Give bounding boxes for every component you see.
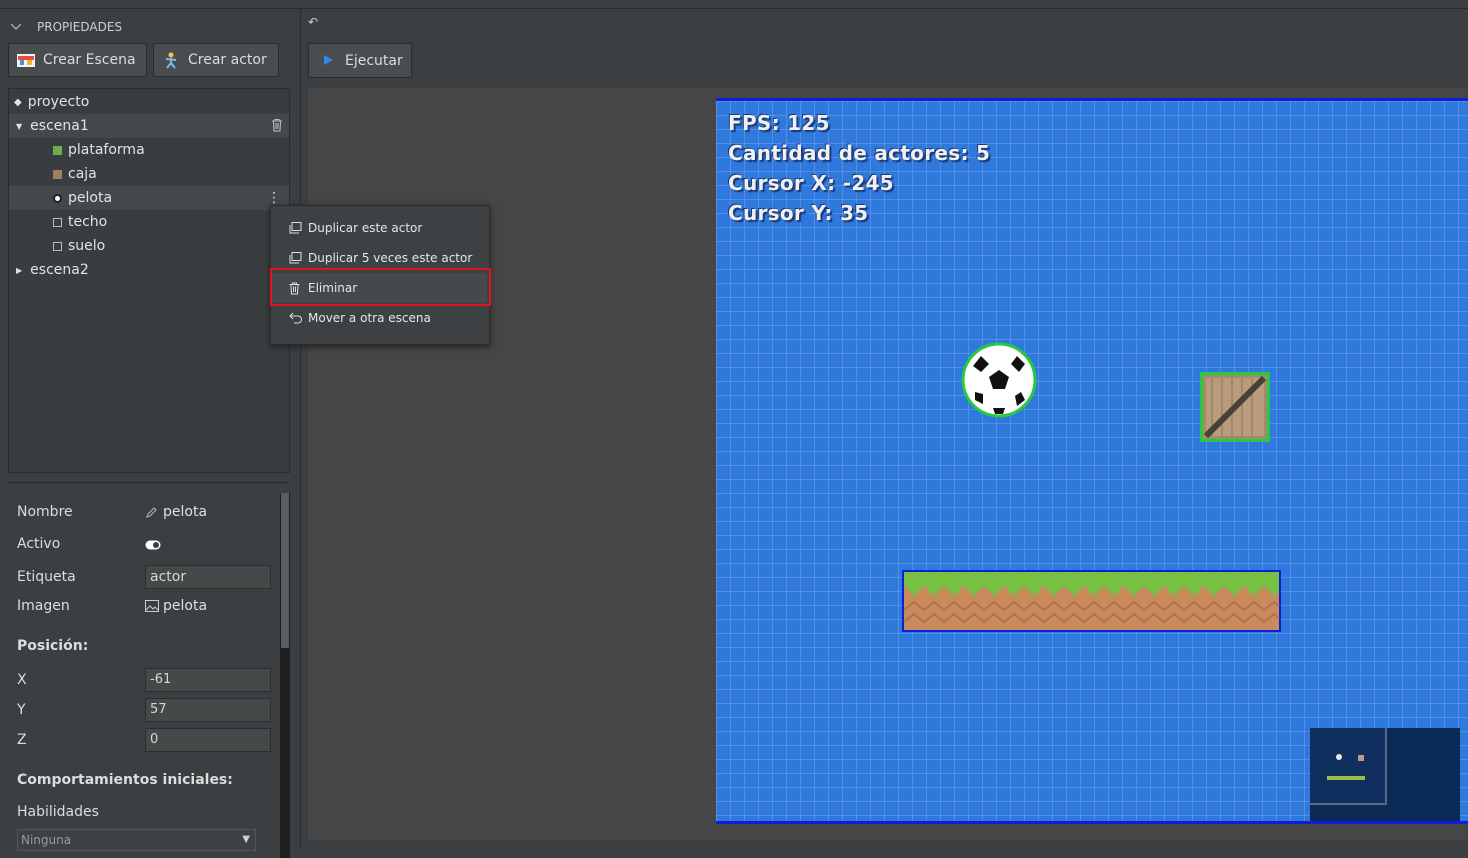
minimap[interactable]: [1310, 728, 1460, 821]
tree-item-escena1[interactable]: ▼ escena1: [9, 114, 289, 138]
position-title: Posición:: [17, 638, 89, 654]
menu-item-duplicate[interactable]: Duplicar este actor: [271, 213, 487, 243]
ball-actor[interactable]: [961, 342, 1037, 418]
left-panel: PROPIEDADES Crear Escena Crear actor ◆ p…: [0, 9, 301, 858]
ball-thumb-icon: [53, 193, 62, 203]
crate-actor[interactable]: [1200, 372, 1270, 442]
tree-item-escena2[interactable]: ▶ escena2: [9, 258, 289, 282]
tree-label: pelota: [68, 190, 113, 206]
run-label: Ejecutar: [345, 52, 403, 69]
tree-label: proyecto: [27, 94, 90, 110]
scene-icon: [17, 53, 35, 67]
actor-icon: [162, 51, 180, 69]
copy-icon: [289, 222, 303, 234]
cursor-x-text: Cursor X: -245: [728, 171, 894, 195]
menu-item-move[interactable]: Mover a otra escena: [271, 303, 487, 333]
green-square-icon: [53, 145, 62, 155]
crate-thumb-icon: [53, 169, 62, 179]
name-field[interactable]: pelota: [145, 504, 207, 520]
create-scene-button[interactable]: Crear Escena: [8, 43, 147, 77]
undo-icon[interactable]: ↶: [308, 15, 318, 29]
create-actor-button[interactable]: Crear actor: [153, 43, 279, 77]
tree-item-techo[interactable]: techo: [9, 210, 289, 234]
active-toggle[interactable]: [145, 540, 161, 550]
trash-icon[interactable]: [271, 118, 283, 136]
active-label: Activo: [17, 536, 61, 552]
create-scene-label: Crear Escena: [43, 52, 136, 68]
menu-item-label: Duplicar 5 veces este actor: [308, 251, 473, 265]
tree-item-caja[interactable]: caja: [9, 162, 289, 186]
tree-label: caja: [68, 166, 97, 182]
diamond-icon: ◆: [14, 96, 22, 108]
y-label: Y: [17, 702, 26, 718]
scrollbar-thumb[interactable]: [281, 493, 289, 648]
tree-item-suelo[interactable]: suelo: [9, 234, 289, 258]
image-value: pelota: [163, 598, 208, 614]
properties-panel: Nombre pelota Activo Etiqueta actor Imag…: [8, 482, 290, 858]
name-value: pelota: [163, 504, 208, 520]
menu-item-label: Mover a otra escena: [308, 311, 431, 325]
menu-item-label: Duplicar este actor: [308, 221, 423, 235]
tree-item-pelota[interactable]: pelota ⋮: [9, 186, 289, 210]
minimap-viewport[interactable]: [1310, 728, 1387, 805]
collapse-arrow-icon: ▶: [16, 265, 23, 275]
empty-square-icon: [53, 217, 62, 227]
x-label: X: [17, 672, 27, 688]
chevron-down-icon: [10, 23, 22, 30]
tree-label: escena1: [30, 118, 89, 134]
properties-scrollbar[interactable]: [280, 493, 290, 858]
play-icon: [323, 53, 333, 69]
panel-title: PROPIEDADES: [37, 20, 123, 34]
skills-label: Habilidades: [17, 804, 99, 820]
tree-label: techo: [68, 214, 108, 230]
minimap-actors: [1327, 754, 1365, 780]
x-input[interactable]: -61: [145, 668, 271, 692]
top-border: [0, 0, 1468, 9]
image-field[interactable]: pelota: [145, 598, 207, 614]
cursor-y-text: Cursor Y: 35: [728, 201, 869, 225]
y-input[interactable]: 57: [145, 698, 271, 722]
tag-label: Etiqueta: [17, 569, 76, 585]
copy-icon: [289, 252, 303, 264]
highlight-box: [270, 268, 491, 306]
dropdown-arrow-icon: ▼: [242, 834, 250, 845]
platform-actor[interactable]: [902, 570, 1281, 632]
tree-label: plataforma: [68, 142, 145, 158]
name-label: Nombre: [17, 504, 73, 520]
create-actor-label: Crear actor: [188, 52, 267, 68]
fps-text: FPS: 125: [728, 111, 830, 135]
actor-count-text: Cantidad de actores: 5: [728, 141, 991, 165]
tree-label: suelo: [68, 238, 106, 254]
expand-arrow-icon: ▼: [16, 121, 23, 131]
z-input[interactable]: 0: [145, 728, 271, 752]
tree-label: escena2: [30, 262, 89, 278]
move-icon: [289, 312, 303, 324]
pencil-icon: [145, 506, 158, 519]
scene-tree: ◆ proyecto ▼ escena1 plataforma caja pel…: [8, 88, 290, 473]
skills-value: Ninguna: [21, 833, 72, 847]
tag-input[interactable]: actor: [145, 565, 271, 589]
image-icon: [145, 600, 159, 612]
empty-square-icon: [53, 241, 62, 251]
more-options-icon[interactable]: ⋮: [267, 190, 281, 206]
game-canvas[interactable]: FPS: 125 Cantidad de actores: 5 Cursor X…: [716, 98, 1468, 824]
image-label: Imagen: [17, 598, 70, 614]
behaviors-title: Comportamientos iniciales:: [17, 772, 233, 788]
z-label: Z: [17, 732, 27, 748]
run-button[interactable]: Ejecutar: [308, 43, 412, 78]
tree-item-project[interactable]: ◆ proyecto: [9, 90, 289, 114]
panel-header[interactable]: PROPIEDADES: [0, 15, 300, 39]
tree-item-plataforma[interactable]: plataforma: [9, 138, 289, 162]
